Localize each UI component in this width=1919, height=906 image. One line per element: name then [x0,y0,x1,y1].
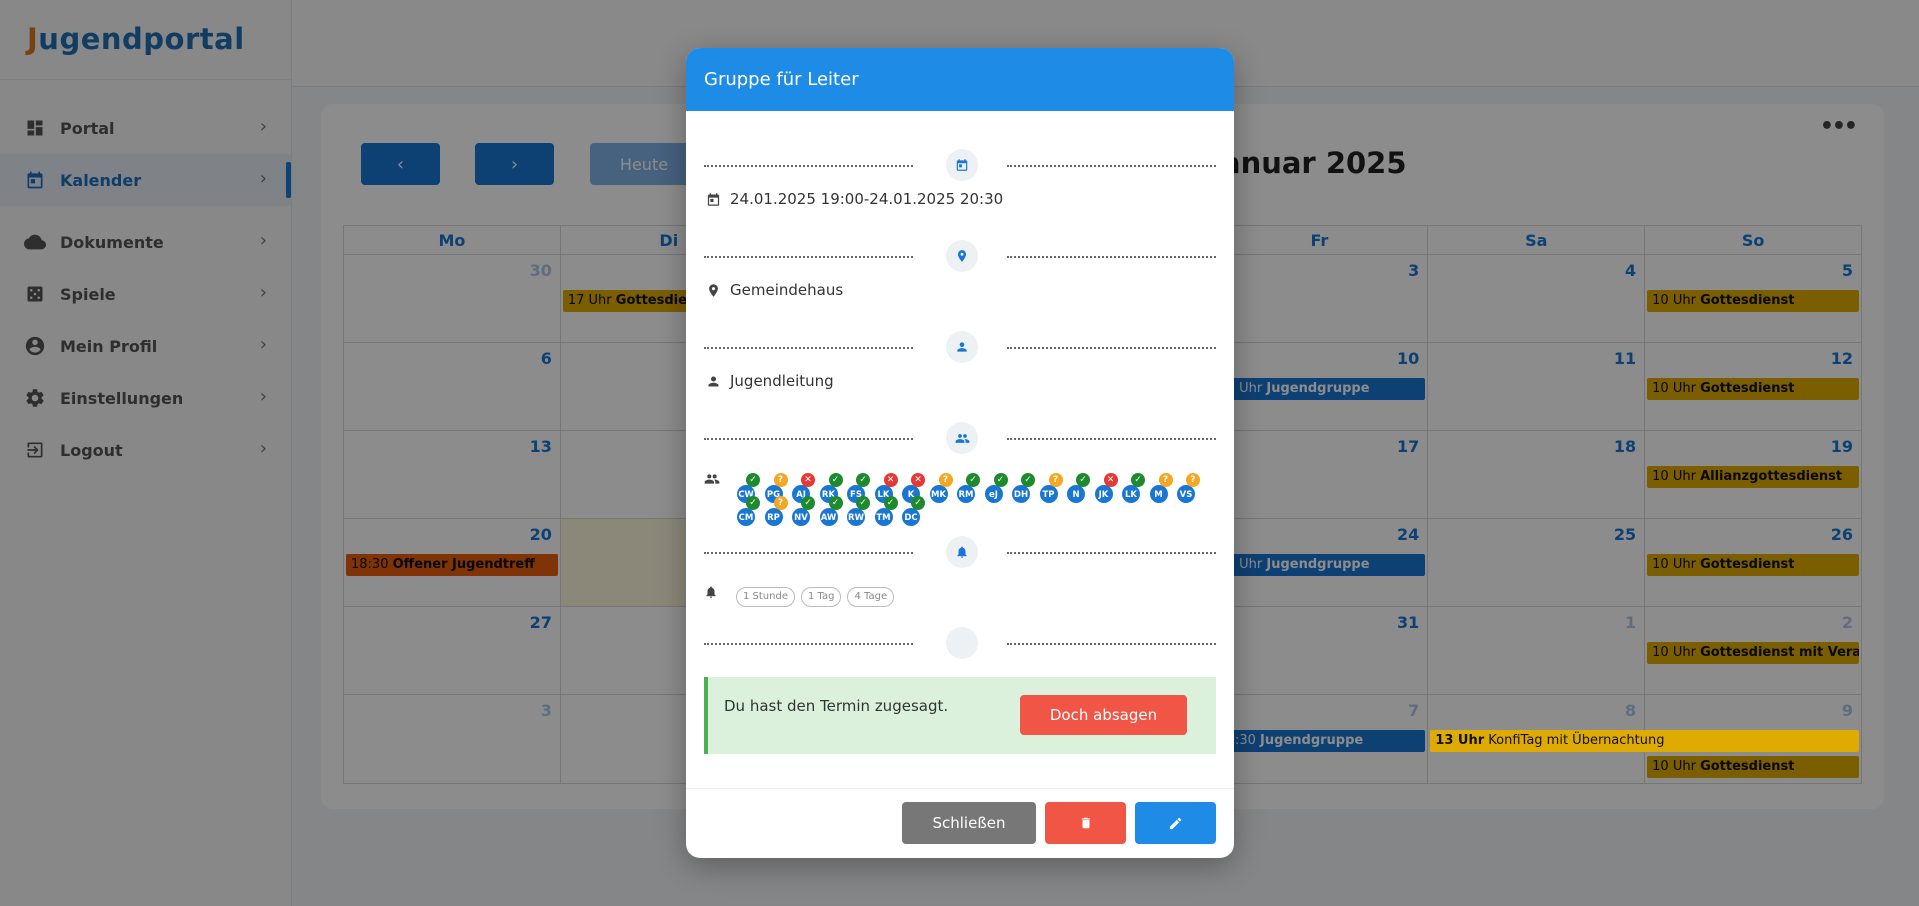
reminder-chips: 1 Stunde 1 Tag 4 Tage [736,587,895,607]
attendee-avatar[interactable]: AW [818,507,839,527]
location-icon [704,281,722,299]
edit-button[interactable] [1135,802,1216,844]
rsvp-maybe-icon: ? [1186,473,1200,487]
attendee-avatar[interactable]: TP [1038,484,1059,504]
attendee-avatar[interactable]: MK [928,484,949,504]
group-icon [704,471,720,491]
attendee-avatar[interactable]: eJ [983,484,1004,504]
rsvp-yes-icon: ✓ [993,473,1008,487]
attendee-list: CW ✓ PG? AJ ✕ RK ✓ FS ✓ LK ✕ K ✕ MK? RM ✓ eJ ✓ DH ✓ TP? N ✓ JK ✕… [736,464,1206,527]
attendee-avatar[interactable]: RM [956,484,976,504]
group-icon [946,422,978,454]
event-datetime: 24.01.2025 19:00-24.01.2025 20:30 [730,190,1004,208]
attendee-avatar[interactable]: DC [901,507,921,527]
bell-icon [704,584,718,603]
rsvp-yes-icon: ✓ [883,496,898,510]
section-divider [704,536,1216,568]
modal-body: 24.01.2025 19:00-24.01.2025 20:30 Gemein… [686,111,1234,788]
attendee-avatar[interactable]: DH [1011,484,1031,504]
rsvp-no-icon: ✕ [883,473,898,487]
bell-icon [946,536,978,568]
rsvp-maybe-icon: ? [773,473,788,487]
location-icon [946,240,978,272]
section-divider [704,627,1216,659]
rsvp-yes-icon: ✓ [828,473,843,487]
attendee-avatar[interactable]: M [1148,484,1169,504]
person-icon [946,331,978,363]
rsvp-maybe-icon: ? [938,473,953,487]
event-title: KonfiTag mit Übernachtung [1488,733,1665,748]
reminder-chip[interactable]: 1 Tag [801,587,842,607]
delete-button[interactable] [1045,802,1126,844]
event-location-row: Gemeindehaus [704,281,843,299]
section-divider [704,331,1216,363]
decline-button[interactable]: Doch absagen [1020,695,1187,735]
rsvp-yes-icon: ✓ [828,496,843,510]
modal-footer: Schließen [686,788,1234,858]
rsvp-maybe-icon: ? [1158,473,1173,487]
calendar-icon [946,149,978,181]
attendee-avatar[interactable]: CM [736,507,756,527]
calendar-icon [704,190,722,208]
event-location: Gemeindehaus [730,281,844,299]
calendar-event[interactable]: 13 Uhr KonfiTag mit Übernachtung [1430,730,1860,752]
rsvp-maybe-icon: ? [773,496,788,510]
rsvp-yes-icon: ✓ [911,496,925,510]
event-modal: Gruppe für Leiter 24.01.2025 19:00-24.01… [686,48,1234,858]
rsvp-yes-icon: ✓ [1131,473,1145,487]
section-divider [704,240,1216,272]
attendee-avatar[interactable]: VS [1176,484,1196,504]
rsvp-yes-icon: ✓ [966,473,980,487]
event-organizer-row: Jugendleitung [704,372,834,390]
person-icon [704,372,722,390]
rsvp-maybe-icon: ? [1048,473,1063,487]
rsvp-yes-icon: ✓ [1021,473,1035,487]
rsvp-yes-icon: ✓ [801,496,815,510]
pencil-icon [1169,817,1182,829]
event-organizer: Jugendleitung [730,372,834,390]
attendee-avatar[interactable]: NV [791,507,811,527]
rsvp-no-icon: ✕ [1103,473,1118,487]
modal-title: Gruppe für Leiter [686,48,1234,111]
empty-bubble [946,627,978,659]
attendee-avatar[interactable]: TM [873,507,894,527]
event-time: 13 Uhr [1435,733,1485,748]
attendee-avatar[interactable]: JK [1093,484,1114,504]
section-divider [704,422,1216,454]
attendee-avatar[interactable]: RW [846,507,866,527]
rsvp-yes-icon: ✓ [746,496,760,510]
rsvp-notice-text: Du hast den Termin zugesagt. [724,697,949,715]
rsvp-yes-icon: ✓ [746,473,760,487]
attendee-avatar[interactable]: N [1066,484,1086,504]
attendee-avatar[interactable]: LK [1121,484,1141,504]
event-datetime-row: 24.01.2025 19:00-24.01.2025 20:30 [704,190,1003,208]
reminder-chip[interactable]: 4 Tage [847,587,895,607]
rsvp-yes-icon: ✓ [856,496,870,510]
attendee-avatar[interactable]: RP [763,507,784,527]
rsvp-notice: Du hast den Termin zugesagt. Doch absage… [704,677,1216,754]
rsvp-yes-icon: ✓ [856,473,870,487]
rsvp-no-icon: ✕ [801,473,815,487]
rsvp-yes-icon: ✓ [1076,473,1090,487]
trash-icon [1081,817,1090,829]
section-divider [704,149,1216,181]
reminder-chip[interactable]: 1 Stunde [736,587,795,607]
close-button[interactable]: Schließen [902,802,1036,844]
rsvp-no-icon: ✕ [911,473,925,487]
